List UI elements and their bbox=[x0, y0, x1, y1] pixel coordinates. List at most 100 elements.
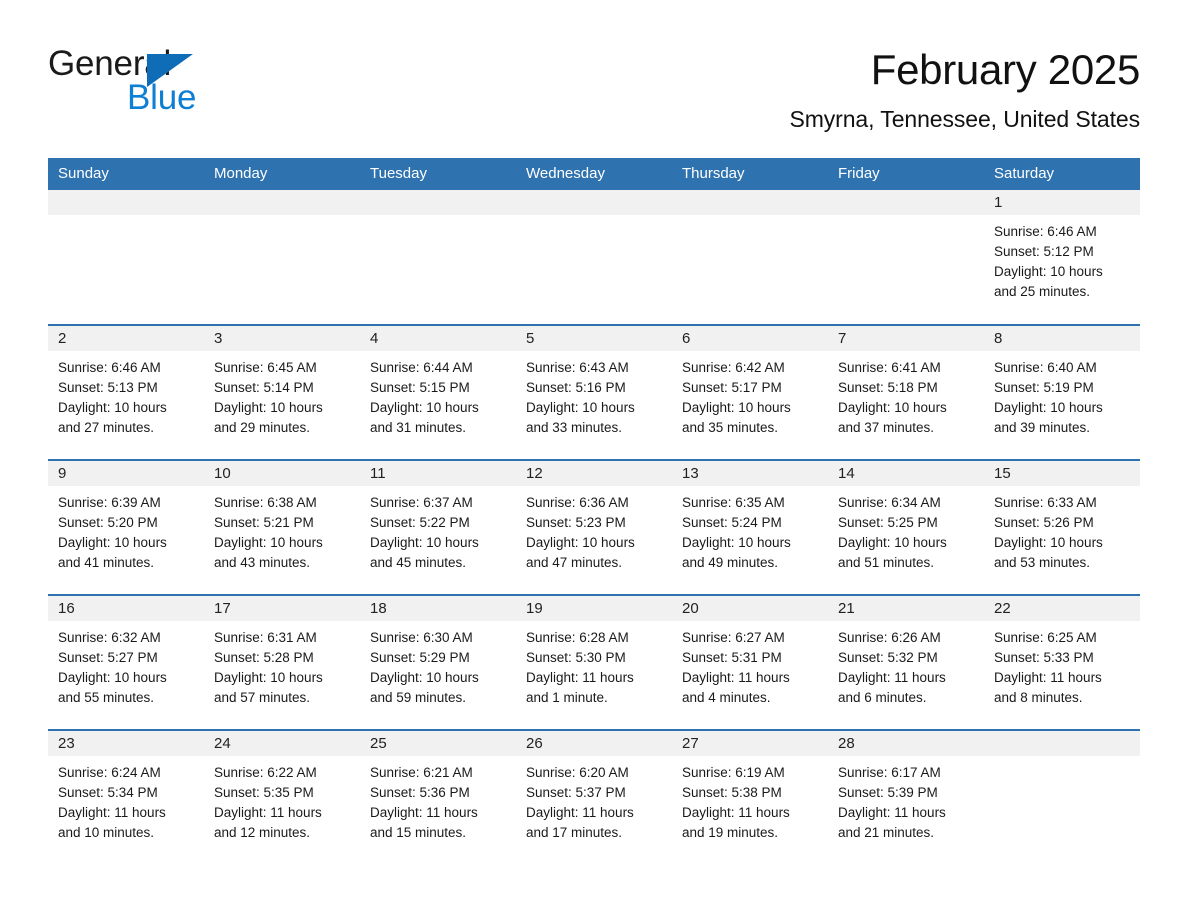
sunset-text: Sunset: 5:34 PM bbox=[58, 785, 158, 800]
sunset-text: Sunset: 5:35 PM bbox=[214, 785, 314, 800]
day-details: Sunrise: 6:28 AM Sunset: 5:30 PM Daylight:… bbox=[516, 621, 672, 708]
calendar-day-cell-empty bbox=[516, 190, 672, 325]
calendar-day-cell-empty bbox=[828, 190, 984, 325]
weekday-header-monday: Monday bbox=[204, 158, 360, 190]
daylight-text-line1: Daylight: 11 hours bbox=[838, 805, 946, 820]
daylight-text-line2: and 53 minutes. bbox=[994, 555, 1091, 570]
daylight-text-line2: and 55 minutes. bbox=[58, 690, 155, 705]
day-number: 6 bbox=[672, 326, 828, 351]
calendar-day-cell[interactable]: 20 Sunrise: 6:27 AM Sunset: 5:31 PM Dayligh… bbox=[672, 594, 828, 730]
sunset-text: Sunset: 5:15 PM bbox=[370, 380, 470, 395]
day-details: Sunrise: 6:38 AM Sunset: 5:21 PM Daylight:… bbox=[204, 486, 360, 573]
daylight-text-line1: Daylight: 10 hours bbox=[58, 670, 167, 685]
day-number: 8 bbox=[984, 326, 1140, 351]
day-number: 13 bbox=[672, 461, 828, 486]
calendar-day-cell[interactable]: 5 Sunrise: 6:43 AM Sunset: 5:16 PM Daylight… bbox=[516, 324, 672, 460]
sunrise-text: Sunrise: 6:44 AM bbox=[370, 360, 473, 375]
day-number: 25 bbox=[360, 731, 516, 756]
sunset-text: Sunset: 5:21 PM bbox=[214, 515, 314, 530]
day-details: Sunrise: 6:24 AM Sunset: 5:34 PM Daylight:… bbox=[48, 756, 204, 843]
calendar-day-cell[interactable]: 2 Sunrise: 6:46 AM Sunset: 5:13 PM Daylight… bbox=[48, 324, 204, 460]
daylight-text-line2: and 8 minutes. bbox=[994, 690, 1083, 705]
sunset-text: Sunset: 5:19 PM bbox=[994, 380, 1094, 395]
daylight-text-line2: and 6 minutes. bbox=[838, 690, 927, 705]
sunset-text: Sunset: 5:28 PM bbox=[214, 650, 314, 665]
sunrise-text: Sunrise: 6:34 AM bbox=[838, 495, 941, 510]
calendar-day-cell[interactable]: 11 Sunrise: 6:37 AM Sunset: 5:22 PM Dayligh… bbox=[360, 459, 516, 595]
day-number: 1 bbox=[984, 190, 1140, 215]
daylight-text-line1: Daylight: 11 hours bbox=[682, 805, 790, 820]
calendar-day-cell[interactable]: 21 Sunrise: 6:26 AM Sunset: 5:32 PM Dayligh… bbox=[828, 594, 984, 730]
calendar-day-cell[interactable]: 1 Sunrise: 6:46 AM Sunset: 5:12 PM Daylight… bbox=[984, 190, 1140, 325]
day-details: Sunrise: 6:30 AM Sunset: 5:29 PM Daylight:… bbox=[360, 621, 516, 708]
daylight-text-line1: Daylight: 11 hours bbox=[214, 805, 322, 820]
day-details: Sunrise: 6:46 AM Sunset: 5:12 PM Daylight:… bbox=[984, 215, 1140, 302]
daylight-text-line2: and 49 minutes. bbox=[682, 555, 779, 570]
day-details: Sunrise: 6:36 AM Sunset: 5:23 PM Daylight:… bbox=[516, 486, 672, 573]
title-block: February 2025 Smyrna, Tennessee, United … bbox=[789, 46, 1140, 133]
day-details: Sunrise: 6:41 AM Sunset: 5:18 PM Daylight:… bbox=[828, 351, 984, 438]
calendar-day-cell[interactable]: 4 Sunrise: 6:44 AM Sunset: 5:15 PM Daylight… bbox=[360, 324, 516, 460]
daylight-text-line1: Daylight: 10 hours bbox=[370, 670, 479, 685]
day-details: Sunrise: 6:42 AM Sunset: 5:17 PM Daylight:… bbox=[672, 351, 828, 438]
sunrise-text: Sunrise: 6:22 AM bbox=[214, 765, 317, 780]
calendar-day-cell[interactable]: 22 Sunrise: 6:25 AM Sunset: 5:33 PM Dayligh… bbox=[984, 594, 1140, 730]
calendar-week-row: 2 Sunrise: 6:46 AM Sunset: 5:13 PM Daylight… bbox=[48, 324, 1140, 460]
calendar-day-cell[interactable]: 23 Sunrise: 6:24 AM Sunset: 5:34 PM Dayligh… bbox=[48, 729, 204, 865]
day-number: 21 bbox=[828, 596, 984, 621]
sunrise-text: Sunrise: 6:24 AM bbox=[58, 765, 161, 780]
calendar-day-cell[interactable]: 9 Sunrise: 6:39 AM Sunset: 5:20 PM Daylight… bbox=[48, 459, 204, 595]
calendar-day-cell[interactable]: 27 Sunrise: 6:19 AM Sunset: 5:38 PM Dayligh… bbox=[672, 729, 828, 865]
sunrise-text: Sunrise: 6:35 AM bbox=[682, 495, 785, 510]
calendar-day-cell[interactable]: 12 Sunrise: 6:36 AM Sunset: 5:23 PM Dayligh… bbox=[516, 459, 672, 595]
sunrise-text: Sunrise: 6:38 AM bbox=[214, 495, 317, 510]
calendar-day-cell[interactable]: 14 Sunrise: 6:34 AM Sunset: 5:25 PM Dayligh… bbox=[828, 459, 984, 595]
calendar-day-cell-empty bbox=[204, 190, 360, 325]
calendar-day-cell[interactable]: 28 Sunrise: 6:17 AM Sunset: 5:39 PM Dayligh… bbox=[828, 729, 984, 865]
sunrise-text: Sunrise: 6:19 AM bbox=[682, 765, 785, 780]
day-details: Sunrise: 6:21 AM Sunset: 5:36 PM Daylight:… bbox=[360, 756, 516, 843]
sunrise-text: Sunrise: 6:20 AM bbox=[526, 765, 629, 780]
calendar-day-cell[interactable]: 15 Sunrise: 6:33 AM Sunset: 5:26 PM Dayligh… bbox=[984, 459, 1140, 595]
calendar-day-cell[interactable]: 25 Sunrise: 6:21 AM Sunset: 5:36 PM Dayligh… bbox=[360, 729, 516, 865]
sunset-text: Sunset: 5:23 PM bbox=[526, 515, 626, 530]
day-number: 23 bbox=[48, 731, 204, 756]
daylight-text-line1: Daylight: 11 hours bbox=[526, 670, 634, 685]
daylight-text-line2: and 39 minutes. bbox=[994, 420, 1091, 435]
day-details: Sunrise: 6:17 AM Sunset: 5:39 PM Daylight:… bbox=[828, 756, 984, 843]
sunset-text: Sunset: 5:18 PM bbox=[838, 380, 938, 395]
calendar-day-cell[interactable]: 26 Sunrise: 6:20 AM Sunset: 5:37 PM Dayligh… bbox=[516, 729, 672, 865]
daylight-text-line1: Daylight: 10 hours bbox=[214, 535, 323, 550]
calendar-day-cell[interactable]: 3 Sunrise: 6:45 AM Sunset: 5:14 PM Daylight… bbox=[204, 324, 360, 460]
sunrise-text: Sunrise: 6:28 AM bbox=[526, 630, 629, 645]
weekday-header-saturday: Saturday bbox=[984, 158, 1140, 190]
daylight-text-line2: and 12 minutes. bbox=[214, 825, 311, 840]
sunrise-text: Sunrise: 6:40 AM bbox=[994, 360, 1097, 375]
calendar-day-cell[interactable]: 24 Sunrise: 6:22 AM Sunset: 5:35 PM Dayligh… bbox=[204, 729, 360, 865]
calendar-day-cell[interactable]: 17 Sunrise: 6:31 AM Sunset: 5:28 PM Dayligh… bbox=[204, 594, 360, 730]
daylight-text-line2: and 37 minutes. bbox=[838, 420, 935, 435]
calendar-day-cell-empty bbox=[984, 729, 1140, 865]
sunset-text: Sunset: 5:25 PM bbox=[838, 515, 938, 530]
day-number: 28 bbox=[828, 731, 984, 756]
calendar-day-cell[interactable]: 18 Sunrise: 6:30 AM Sunset: 5:29 PM Dayligh… bbox=[360, 594, 516, 730]
sunset-text: Sunset: 5:33 PM bbox=[994, 650, 1094, 665]
day-details: Sunrise: 6:33 AM Sunset: 5:26 PM Daylight:… bbox=[984, 486, 1140, 573]
calendar-day-cell[interactable]: 10 Sunrise: 6:38 AM Sunset: 5:21 PM Dayligh… bbox=[204, 459, 360, 595]
day-details: Sunrise: 6:19 AM Sunset: 5:38 PM Daylight:… bbox=[672, 756, 828, 843]
calendar-day-cell[interactable]: 13 Sunrise: 6:35 AM Sunset: 5:24 PM Dayligh… bbox=[672, 459, 828, 595]
sunset-text: Sunset: 5:17 PM bbox=[682, 380, 782, 395]
calendar-day-cell-empty bbox=[48, 190, 204, 325]
calendar-day-cell[interactable]: 7 Sunrise: 6:41 AM Sunset: 5:18 PM Daylight… bbox=[828, 324, 984, 460]
day-number bbox=[984, 731, 1140, 756]
sunset-text: Sunset: 5:16 PM bbox=[526, 380, 626, 395]
calendar-day-cell[interactable]: 8 Sunrise: 6:40 AM Sunset: 5:19 PM Daylight… bbox=[984, 324, 1140, 460]
day-number bbox=[516, 190, 672, 215]
weekday-header-thursday: Thursday bbox=[672, 158, 828, 190]
day-details: Sunrise: 6:31 AM Sunset: 5:28 PM Daylight:… bbox=[204, 621, 360, 708]
day-number: 3 bbox=[204, 326, 360, 351]
daylight-text-line1: Daylight: 10 hours bbox=[214, 400, 323, 415]
calendar-day-cell[interactable]: 6 Sunrise: 6:42 AM Sunset: 5:17 PM Daylight… bbox=[672, 324, 828, 460]
calendar-day-cell[interactable]: 16 Sunrise: 6:32 AM Sunset: 5:27 PM Dayligh… bbox=[48, 594, 204, 730]
calendar-day-cell[interactable]: 19 Sunrise: 6:28 AM Sunset: 5:30 PM Dayligh… bbox=[516, 594, 672, 730]
